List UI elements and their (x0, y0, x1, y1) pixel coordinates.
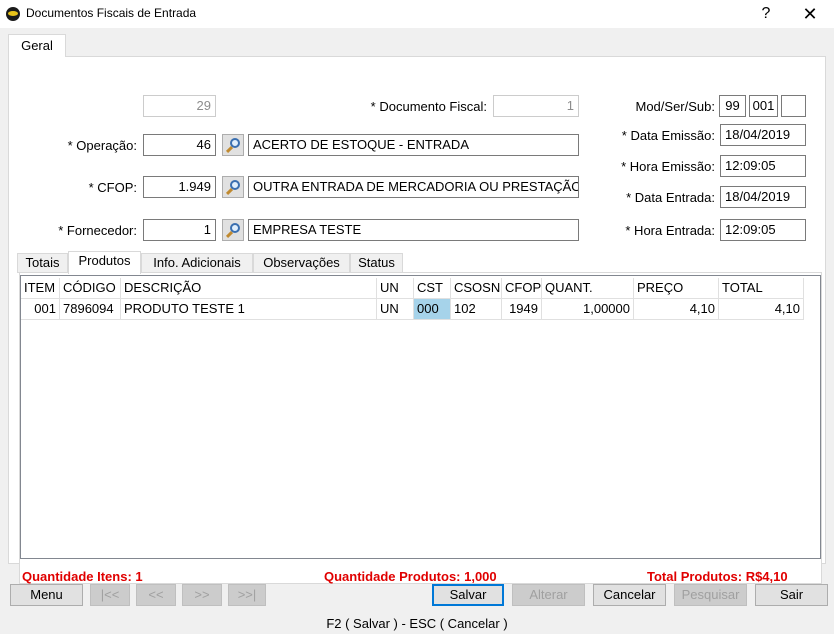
total-produtos: Total Produtos: R$4,10 (647, 569, 788, 584)
cell-codigo[interactable]: 7896094 (60, 299, 121, 320)
operacao-code-field[interactable]: 46 (143, 134, 216, 156)
status-bar: F2 ( Salvar ) - ESC ( Cancelar ) (326, 616, 508, 631)
quantidade-produtos: Quantidade Produtos: 1,000 (324, 569, 497, 584)
subserie-field[interactable] (781, 95, 806, 117)
app-icon (6, 7, 20, 21)
window-client: Geral Código: 29 * Documento Fiscal: 1 M… (0, 28, 834, 634)
column-header-un[interactable]: UN (377, 278, 414, 299)
cell-item[interactable]: 001 (21, 299, 60, 320)
column-header-total[interactable]: TOTAL (719, 278, 804, 299)
magnifier-icon (230, 223, 240, 233)
fornecedor-code-field[interactable]: 1 (143, 219, 216, 241)
pesquisar-button[interactable]: Pesquisar (674, 584, 747, 606)
hora-emissao-label: * Hora Emissão: (621, 159, 715, 174)
tab-status[interactable]: Status (350, 253, 403, 273)
cfop-code-field[interactable]: 1.949 (143, 176, 216, 198)
last-record-button[interactable]: >>| (228, 584, 266, 606)
next-record-button[interactable]: >> (182, 584, 222, 606)
hora-emissao-field[interactable]: 12:09:05 (720, 155, 806, 177)
hora-entrada-label: * Hora Entrada: (625, 223, 715, 238)
cell-csosn[interactable]: 102 (451, 299, 502, 320)
modelo-field[interactable]: 99 (719, 95, 746, 117)
first-record-button[interactable]: |<< (90, 584, 130, 606)
documento-fiscal-label: * Documento Fiscal: (370, 99, 487, 114)
column-header-codigo[interactable]: CÓDIGO (60, 278, 121, 299)
tab-geral[interactable]: Geral (8, 34, 66, 57)
column-header-cst[interactable]: CST (414, 278, 451, 299)
fornecedor-search-button[interactable] (222, 219, 244, 241)
help-button[interactable]: ? (746, 2, 786, 26)
produtos-panel: ITEM CÓDIGO DESCRIÇÃO UN CST CSOSN CFOP … (19, 272, 822, 584)
salvar-button[interactable]: Salvar (432, 584, 504, 606)
magnifier-icon (230, 180, 240, 190)
sair-button[interactable]: Sair (755, 584, 828, 606)
quantidade-itens: Quantidade Itens: 1 (22, 569, 143, 584)
operacao-description-field[interactable]: ACERTO DE ESTOQUE - ENTRADA (248, 134, 579, 156)
column-header-quant[interactable]: QUANT. (542, 278, 634, 299)
produtos-grid[interactable]: ITEM CÓDIGO DESCRIÇÃO UN CST CSOSN CFOP … (20, 275, 821, 559)
column-header-csosn[interactable]: CSOSN (451, 278, 502, 299)
magnifier-icon (230, 138, 240, 148)
data-emissao-label: * Data Emissão: (621, 128, 715, 143)
hora-entrada-field[interactable]: 12:09:05 (720, 219, 806, 241)
tab-info-adicionais[interactable]: Info. Adicionais (141, 253, 253, 273)
cell-descricao[interactable]: PRODUTO TESTE 1 (121, 299, 377, 320)
cell-total[interactable]: 4,10 (719, 299, 804, 320)
fornecedor-description-field[interactable]: EMPRESA TESTE (248, 219, 579, 241)
cfop-label: * CFOP: (88, 180, 137, 195)
cfop-search-button[interactable] (222, 176, 244, 198)
serie-field[interactable]: 001 (749, 95, 778, 117)
menu-button[interactable]: Menu (10, 584, 83, 606)
title-bar: Documentos Fiscais de Entrada ? ✕ (0, 0, 834, 28)
previous-record-button[interactable]: << (136, 584, 176, 606)
tab-totais[interactable]: Totais (17, 253, 68, 273)
cfop-description-field[interactable]: OUTRA ENTRADA DE MERCADORIA OU PRESTAÇÃO… (248, 176, 579, 198)
mod-ser-sub-label: Mod/Ser/Sub: (635, 99, 716, 114)
cell-cfop[interactable]: 1949 (502, 299, 542, 320)
data-entrada-field[interactable]: 18/04/2019 (720, 186, 806, 208)
close-button[interactable]: ✕ (790, 2, 830, 26)
cell-cst[interactable]: 000 (414, 299, 451, 320)
tab-produtos[interactable]: Produtos (68, 251, 141, 274)
cell-preco[interactable]: 4,10 (634, 299, 719, 320)
geral-panel: Código: 29 * Documento Fiscal: 1 Mod/Ser… (8, 56, 826, 584)
window-title: Documentos Fiscais de Entrada (26, 6, 197, 20)
tab-observacoes[interactable]: Observações (253, 253, 350, 273)
cell-quant[interactable]: 1,00000 (542, 299, 634, 320)
documento-fiscal-field[interactable]: 1 (493, 95, 579, 117)
cell-un[interactable]: UN (377, 299, 414, 320)
alterar-button[interactable]: Alterar (512, 584, 585, 606)
fornecedor-label: * Fornecedor: (58, 223, 137, 238)
operacao-label: * Operação: (67, 138, 137, 153)
column-header-descricao[interactable]: DESCRIÇÃO (121, 278, 377, 299)
cancelar-button[interactable]: Cancelar (593, 584, 666, 606)
column-header-item[interactable]: ITEM (21, 278, 60, 299)
operacao-search-button[interactable] (222, 134, 244, 156)
column-header-cfop[interactable]: CFOP (502, 278, 542, 299)
data-entrada-label: * Data Entrada: (626, 190, 715, 205)
column-header-preco[interactable]: PREÇO (634, 278, 719, 299)
data-emissao-field[interactable]: 18/04/2019 (720, 124, 806, 146)
codigo-field[interactable]: 29 (143, 95, 216, 117)
